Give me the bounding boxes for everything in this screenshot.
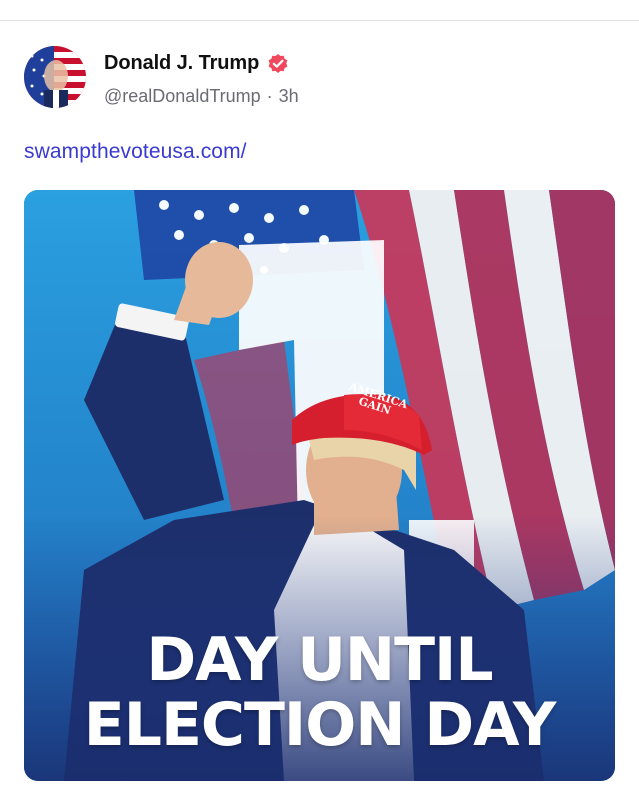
avatar[interactable]	[24, 46, 86, 108]
handle[interactable]: @realDonaldTrump	[104, 86, 261, 107]
meta-row: @realDonaldTrump · 3h	[104, 86, 299, 107]
post-media-image[interactable]: AMERICA GAIN DAY UNTIL ELECTION DAY	[24, 190, 615, 781]
countdown-line-2: ELECTION DAY	[83, 690, 557, 760]
timestamp[interactable]: 3h	[279, 86, 299, 107]
name-row: Donald J. Trump	[104, 52, 289, 75]
post-link[interactable]: swampthevoteusa.com/	[24, 140, 247, 164]
separator-dot: ·	[266, 86, 273, 106]
post-header: Donald J. Trump @realDonaldTrump · 3h	[24, 46, 614, 110]
verified-badge-icon	[267, 53, 289, 75]
countdown-line-1: DAY UNTIL	[146, 625, 493, 695]
top-divider	[0, 0, 639, 21]
display-name[interactable]: Donald J. Trump	[104, 52, 259, 75]
